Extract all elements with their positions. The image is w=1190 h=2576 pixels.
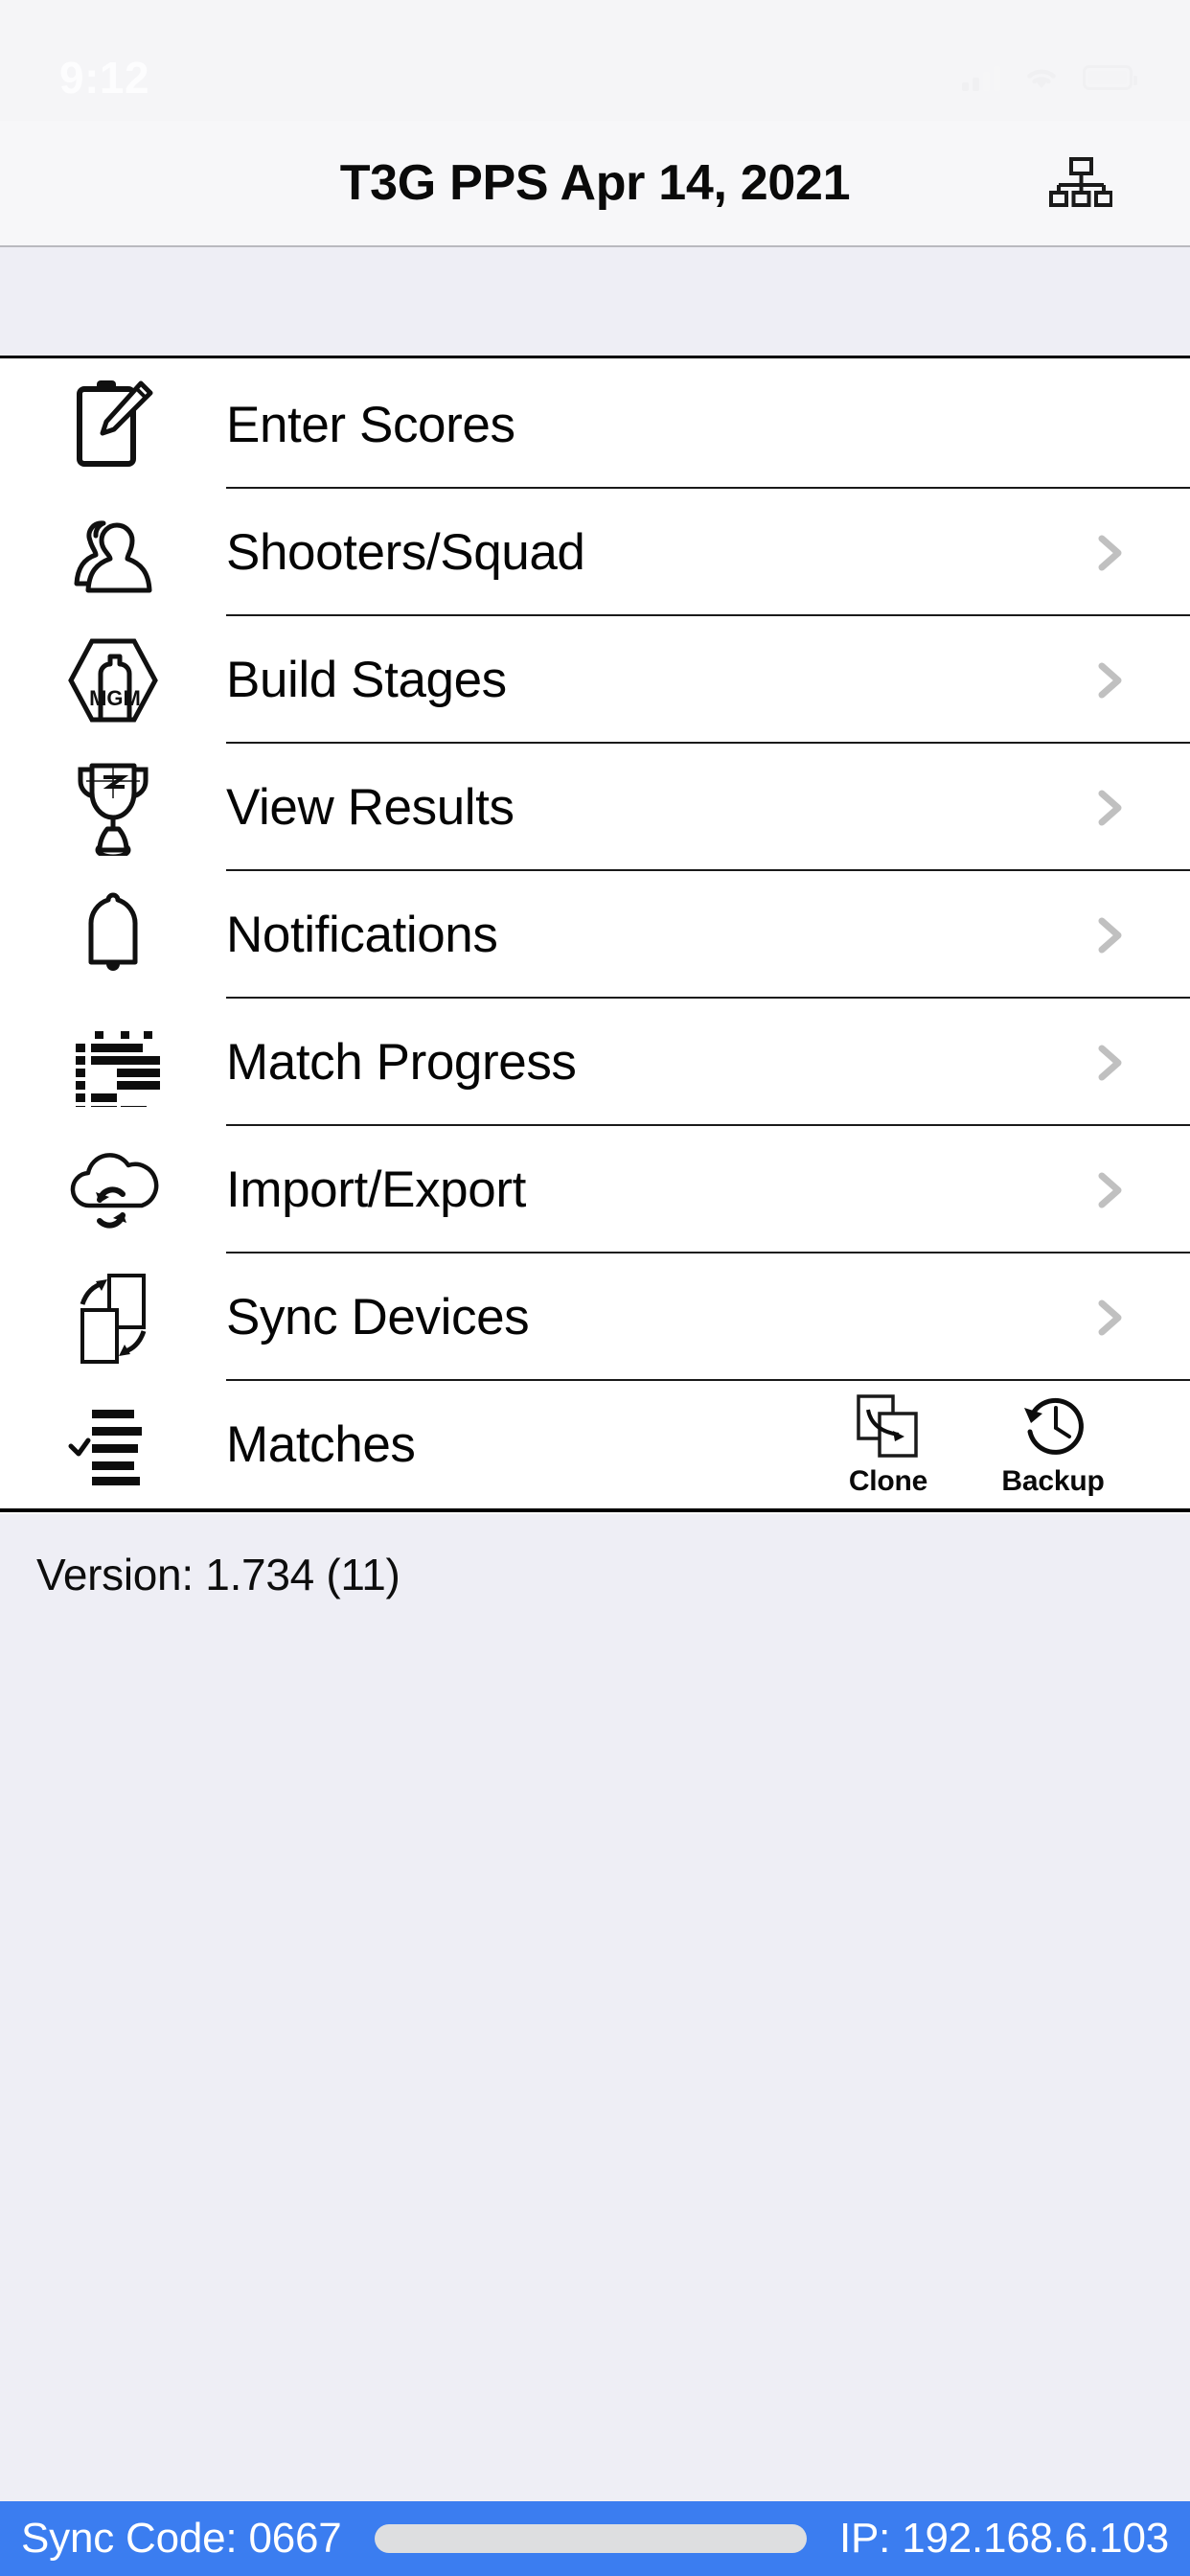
- menu-item-label: Match Progress: [226, 1034, 577, 1091]
- ip-address-label: IP: 192.168.6.103: [838, 2515, 1169, 2562]
- menu-item-sync-devices[interactable]: Sync Devices: [0, 1254, 1190, 1381]
- status-bar-time: 9:12: [59, 53, 150, 103]
- menu-list: Enter Scores Shooters/Squad MGM Build St…: [0, 361, 1190, 1512]
- menu-item-label: Enter Scores: [226, 397, 515, 453]
- checklist-icon: [0, 1381, 226, 1508]
- clone-button[interactable]: Clone: [835, 1392, 941, 1498]
- matches-action-group: Clone Backup: [835, 1392, 1106, 1498]
- mgm-target-icon: MGM: [0, 616, 226, 744]
- two-people-icon: [0, 489, 226, 616]
- trophy-icon: [0, 744, 226, 871]
- status-bar-indicators: [962, 63, 1137, 92]
- chevron-right-icon: [1098, 1300, 1122, 1335]
- menu-item-label: Build Stages: [226, 652, 507, 708]
- wifi-icon: [1021, 63, 1062, 92]
- bell-icon: [0, 871, 226, 999]
- menu-item-row-main: Sync Devices: [226, 1254, 1190, 1381]
- menu-item-import-export[interactable]: Import/Export: [0, 1126, 1190, 1254]
- menu-item-label: Import/Export: [226, 1162, 526, 1218]
- sync-status-bar: Sync Code: 0667 IP: 192.168.6.103: [0, 2501, 1190, 2576]
- footer-area: Version: 1.734 (11): [0, 1514, 1190, 2501]
- navigation-bar: T3G PPS Apr 14, 2021: [0, 121, 1190, 245]
- menu-item-row-main: Matches: [226, 1381, 835, 1508]
- menu-item-row-main: Notifications: [226, 871, 1190, 999]
- chevron-right-icon: [1098, 1045, 1122, 1080]
- sync-progress-bar: [374, 2524, 807, 2553]
- devices-sync-icon: [0, 1254, 226, 1381]
- menu-item-label: Matches: [226, 1416, 416, 1473]
- battery-icon: [1083, 65, 1137, 90]
- menu-item-row-main: Import/Export: [226, 1126, 1190, 1254]
- menu-item-label: View Results: [226, 779, 515, 836]
- copy-duplicate-icon: [857, 1393, 918, 1458]
- menu-item-shooters-squad[interactable]: Shooters/Squad: [0, 489, 1190, 616]
- menu-item-view-results[interactable]: View Results: [0, 744, 1190, 871]
- clock-history-icon: [1024, 1397, 1084, 1455]
- chevron-right-icon: [1098, 1172, 1122, 1208]
- menu-item-build-stages[interactable]: MGM Build Stages: [0, 616, 1190, 744]
- backup-button[interactable]: Backup: [1000, 1392, 1106, 1498]
- menu-item-row-main: Build Stages: [226, 616, 1190, 744]
- menu-item-row-main: Enter Scores: [226, 361, 1190, 489]
- cellular-signal-icon: [962, 64, 1000, 91]
- app-screen: 9:12 T3G PPS Apr 14, 2021 Enter Scores S…: [0, 0, 1190, 2576]
- cloud-sync-icon: [0, 1126, 226, 1254]
- menu-item-notifications[interactable]: Notifications: [0, 871, 1190, 999]
- backup-button-label: Backup: [1001, 1464, 1105, 1497]
- clone-button-label: Clone: [848, 1464, 928, 1497]
- menu-item-matches[interactable]: Matches Clone Backup: [0, 1381, 1190, 1508]
- menu-item-row-main: Match Progress: [226, 999, 1190, 1126]
- chevron-right-icon: [1098, 790, 1122, 825]
- menu-item-enter-scores[interactable]: Enter Scores: [0, 361, 1190, 489]
- status-bar: 9:12: [0, 0, 1190, 121]
- menu-item-match-progress[interactable]: Match Progress: [0, 999, 1190, 1126]
- menu-item-row-main: Shooters/Squad: [226, 489, 1190, 616]
- menu-item-label: Shooters/Squad: [226, 524, 585, 581]
- menu-item-row-main: View Results: [226, 744, 1190, 871]
- svg-text:MGM: MGM: [89, 686, 141, 710]
- page-title: T3G PPS Apr 14, 2021: [339, 155, 851, 211]
- progress-grid-icon: [0, 999, 226, 1126]
- menu-item-label: Sync Devices: [226, 1289, 530, 1346]
- chevron-right-icon: [1098, 662, 1122, 698]
- section-header-band: [0, 245, 1190, 358]
- clipboard-pencil-icon: [0, 361, 226, 489]
- network-hierarchy-icon[interactable]: [1041, 143, 1121, 223]
- chevron-right-icon: [1098, 535, 1122, 570]
- menu-item-label: Notifications: [226, 907, 498, 963]
- chevron-right-icon: [1098, 917, 1122, 953]
- sync-code-label: Sync Code: 0667: [21, 2515, 342, 2562]
- version-label: Version: 1.734 (11): [36, 1550, 400, 1599]
